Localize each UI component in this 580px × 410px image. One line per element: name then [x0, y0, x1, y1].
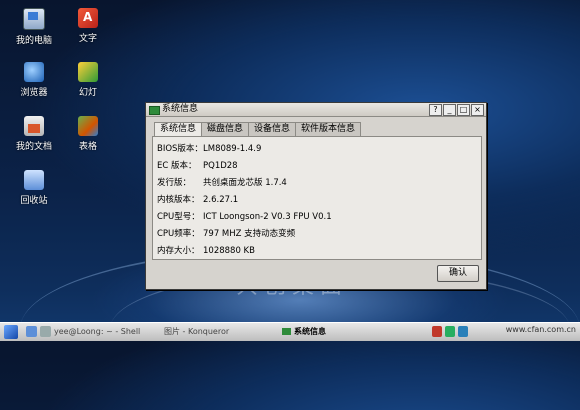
window-app-icon — [282, 328, 291, 335]
help-button[interactable]: ? — [429, 104, 442, 116]
text-doc-icon — [78, 8, 98, 28]
desktop-icon-label: 浏览器 — [20, 88, 48, 98]
tray-icon[interactable] — [458, 326, 468, 337]
info-value: 797 MHZ 支持动态变频 — [203, 229, 296, 239]
tray-icon[interactable] — [445, 326, 455, 337]
computer-icon — [23, 8, 45, 30]
info-key: CPU频率： — [157, 229, 200, 239]
maximize-button[interactable]: □ — [457, 104, 470, 116]
desktop-icon-label: 回收站 — [20, 196, 48, 206]
task-system-info[interactable]: 系统信息 — [282, 325, 326, 339]
desktop-icon-my-computer[interactable]: 我的电脑 — [6, 8, 62, 46]
trash-icon — [24, 170, 44, 190]
task-konqueror[interactable]: 图片 - Konqueror — [164, 325, 229, 339]
taskbar: yee@Loong: ~ - Shell 图片 - Konqueror 系统信息… — [0, 322, 580, 341]
info-key: 内核版本： — [157, 195, 200, 205]
desktop-icon-label: 我的电脑 — [15, 36, 52, 46]
info-row: CPU型号： ICT Loongson-2 V0.3 FPU V0.1 — [157, 210, 332, 222]
task-shell[interactable]: yee@Loong: ~ - Shell — [54, 325, 140, 339]
desktop-icon-label: 幻灯 — [78, 88, 97, 98]
info-key: 发行版： — [157, 178, 192, 188]
terminal-shortcut-icon[interactable] — [40, 326, 51, 337]
info-value: 1028880 KB — [203, 246, 255, 256]
tab-software-version[interactable]: 软件版本信息 — [295, 122, 362, 136]
info-key: BIOS版本： — [157, 144, 203, 154]
slides-icon — [78, 62, 98, 82]
desktop-icon-spreadsheet[interactable]: 表格 — [60, 116, 116, 152]
browser-icon — [24, 62, 44, 82]
tab-bar: 系统信息 磁盘信息 设备信息 软件版本信息 — [154, 122, 362, 137]
desktop-icon-label: 我的文档 — [15, 142, 52, 152]
info-key: EC 版本： — [157, 161, 197, 171]
tab-device-info[interactable]: 设备信息 — [248, 122, 297, 136]
tab-disk-info[interactable]: 磁盘信息 — [201, 122, 250, 136]
info-value: 共创桌面龙芯版 1.7.4 — [203, 178, 287, 188]
desktop-icon-label: 文字 — [78, 34, 97, 44]
info-row: 发行版： 共创桌面龙芯版 1.7.4 — [157, 176, 287, 188]
window-title: 系统信息 — [162, 104, 199, 114]
system-tray — [432, 326, 468, 337]
desktop-icon-browser[interactable]: 浏览器 — [6, 62, 62, 98]
info-row: 内核版本： 2.6.27.1 — [157, 193, 238, 205]
info-row: BIOS版本：LM8089-1.4.9 — [157, 142, 261, 154]
desktop-icon-slides[interactable]: 幻灯 — [60, 62, 116, 98]
info-panel: BIOS版本：LM8089-1.4.9 EC 版本： PQ1D28 发行版： 共创桌… — [152, 136, 482, 260]
info-value: LM8089-1.4.9 — [203, 144, 262, 154]
info-row: 内存大小： 1028880 KB — [157, 244, 255, 256]
desktop-icon-my-documents[interactable]: 我的文档 — [6, 116, 62, 152]
desktop-icon-trash[interactable]: 回收站 — [6, 170, 62, 206]
close-button[interactable]: × — [471, 104, 484, 116]
task-label: 系统信息 — [294, 327, 326, 336]
info-row: EC 版本： PQ1D28 — [157, 159, 238, 171]
minimize-button[interactable]: _ — [443, 104, 456, 116]
desktop-shortcut-icon[interactable] — [26, 326, 37, 337]
system-info-window: 系统信息 ? _ □ × 系统信息 磁盘信息 设备信息 软件版本信息 BIOS版… — [145, 102, 487, 290]
info-value: 2.6.27.1 — [203, 195, 239, 205]
info-value: PQ1D28 — [203, 161, 238, 171]
info-key: CPU型号： — [157, 212, 200, 222]
tray-icon[interactable] — [432, 326, 442, 337]
confirm-button[interactable]: 确认 — [437, 265, 479, 282]
info-row: CPU频率： 797 MHZ 支持动态变频 — [157, 227, 295, 239]
window-app-icon — [149, 106, 160, 115]
window-titlebar[interactable]: 系统信息 ? _ □ × — [146, 103, 486, 117]
tab-system-info[interactable]: 系统信息 — [154, 122, 203, 137]
info-key: 内存大小： — [157, 246, 200, 256]
spreadsheet-icon — [78, 116, 98, 136]
desktop-icon-text[interactable]: 文字 — [60, 8, 116, 44]
start-menu-icon[interactable] — [4, 325, 18, 339]
desktop-icon-label: 表格 — [78, 142, 97, 152]
documents-icon — [24, 116, 44, 136]
site-watermark: www.cfan.com.cn — [505, 325, 576, 334]
info-value: ICT Loongson-2 V0.3 FPU V0.1 — [203, 212, 332, 222]
